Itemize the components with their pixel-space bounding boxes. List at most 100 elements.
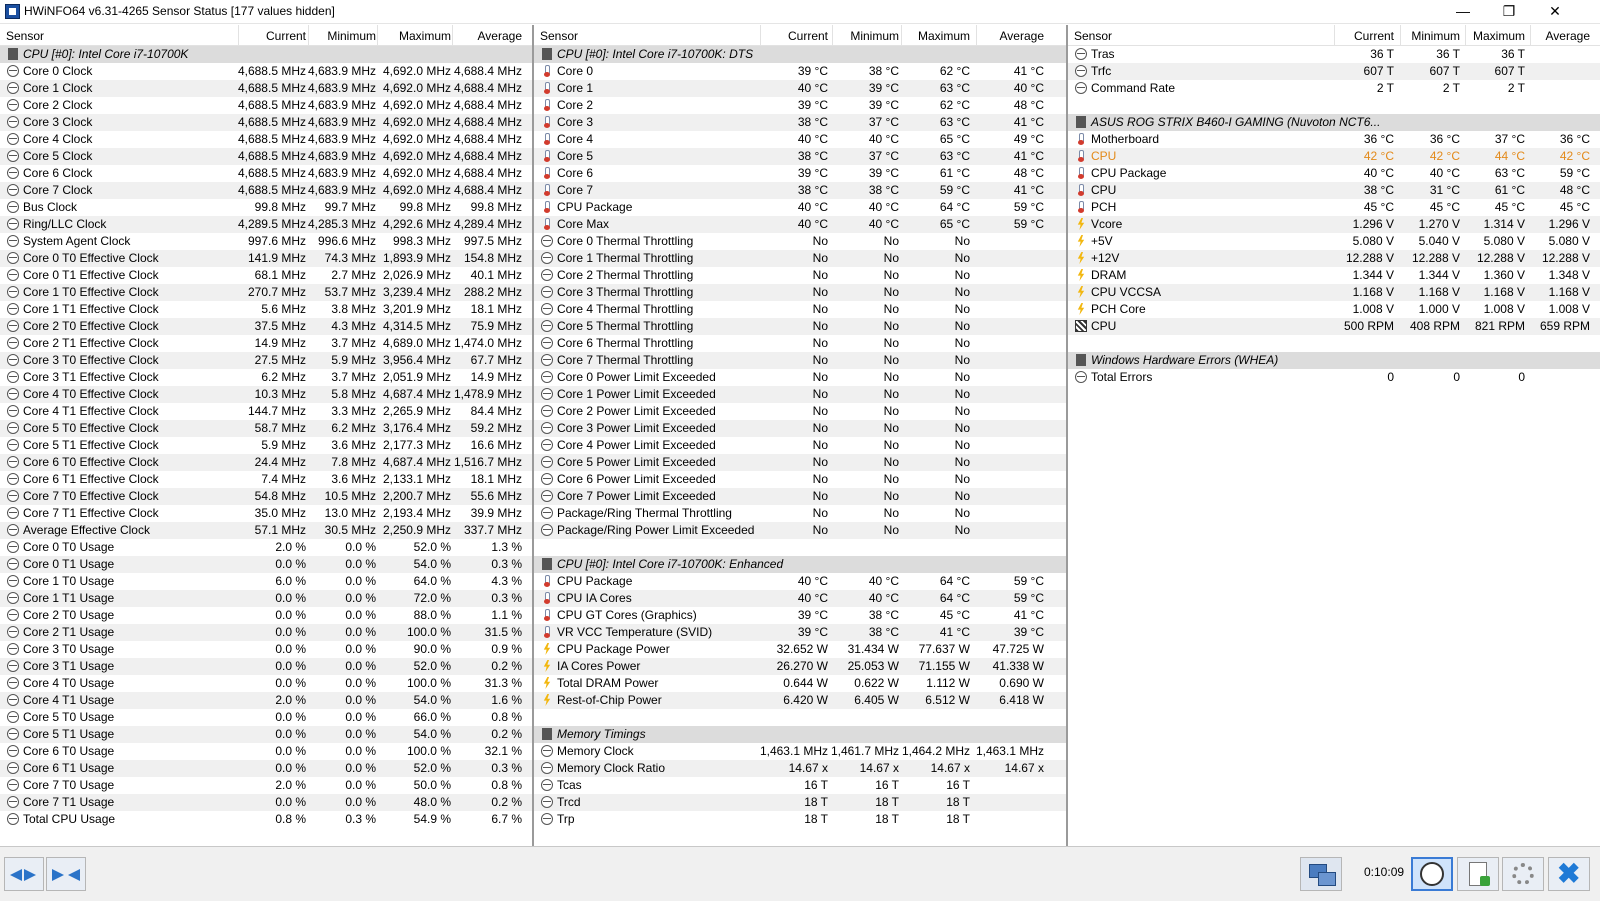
sensor-row[interactable]: Bus Clock 99.8 MHz 99.7 MHz 99.8 MHz 99.8 MH… <box>0 199 532 216</box>
sensor-row[interactable]: Core 6 T1 Effective Clock 7.4 MHz 3.6 MHz 2… <box>0 471 532 488</box>
sensor-row[interactable]: CPU Package Power 32.652 W 31.434 W 77.637 … <box>534 641 1066 658</box>
minimize-icon[interactable]: — <box>1440 0 1486 23</box>
column-separator[interactable] <box>976 25 977 45</box>
sensor-panel-2[interactable]: Sensor Current Minimum Maximum Average CPU [#… <box>534 25 1068 846</box>
sensor-row[interactable]: System Agent Clock 997.6 MHz 996.6 MHz 998.… <box>0 233 532 250</box>
column-separator[interactable] <box>1334 25 1335 45</box>
logging-button[interactable] <box>1457 857 1499 891</box>
header-sensor[interactable]: Sensor <box>1074 29 1112 43</box>
sensor-row[interactable]: Core 7 T0 Usage 2.0 % 0.0 % 50.0 % 0.8 % <box>0 777 532 794</box>
sensor-row[interactable]: Core 4 T1 Effective Clock 144.7 MHz 3.3 MH… <box>0 403 532 420</box>
sensor-row[interactable]: Core 0 T1 Effective Clock 68.1 MHz 2.7 MHz… <box>0 267 532 284</box>
sensor-row[interactable]: Core 6 T0 Effective Clock 24.4 MHz 7.8 MHz… <box>0 454 532 471</box>
sensor-group-header[interactable]: Memory Timings <box>534 726 1066 743</box>
sensor-row[interactable]: Core 3 T1 Usage 0.0 % 0.0 % 52.0 % 0.2 % <box>0 658 532 675</box>
sensor-group-header[interactable]: CPU [#0]: Intel Core i7-10700K: Enhanced <box>534 556 1066 573</box>
expand-panels-button[interactable] <box>4 857 44 891</box>
sensor-row[interactable]: CPU Package 40 °C 40 °C 63 °C 59 °C <box>1068 165 1600 182</box>
sensor-row[interactable]: Trcd 18 T 18 T 18 T <box>534 794 1066 811</box>
column-separator[interactable] <box>452 25 453 45</box>
sensor-row[interactable]: Core 4 40 °C 40 °C 65 °C 49 °C <box>534 131 1066 148</box>
sensor-row[interactable]: Core 0 Thermal Throttling No No No <box>534 233 1066 250</box>
sensor-row[interactable]: Trp 18 T 18 T 18 T <box>534 811 1066 828</box>
sensor-group-header[interactable]: Windows Hardware Errors (WHEA) <box>1068 352 1600 369</box>
sensor-row[interactable]: Core 1 T1 Effective Clock 5.6 MHz 3.8 MHz 3… <box>0 301 532 318</box>
sensor-row[interactable]: Rest-of-Chip Power 6.420 W 6.405 W 6.512 W6… <box>534 692 1066 709</box>
sensor-row[interactable]: Total Errors 0 0 0 <box>1068 369 1600 386</box>
sensor-row[interactable]: Memory Clock Ratio 14.67 x 14.67 x 14.67 x1… <box>534 760 1066 777</box>
sensor-row[interactable]: Core 7 T1 Usage 0.0 % 0.0 % 48.0 % 0.2 % <box>0 794 532 811</box>
sensor-row[interactable]: Core 5 38 °C 37 °C 63 °C 41 °C <box>534 148 1066 165</box>
header-minimum[interactable]: Minimum <box>819 29 899 43</box>
column-separator[interactable] <box>308 25 309 45</box>
sensor-group-header[interactable]: CPU [#0]: Intel Core i7-10700K: DTS <box>534 46 1066 63</box>
column-separator[interactable] <box>1400 25 1401 45</box>
sensor-row[interactable]: Core 2 T0 Effective Clock 37.5 MHz 4.3 MHz… <box>0 318 532 335</box>
sensor-row[interactable]: Core 1 Clock 4,688.5 MHz 4,683.9 MHz 4,692.… <box>0 80 532 97</box>
sensor-row[interactable]: Vcore 1.296 V 1.270 V 1.314 V 1.296 V <box>1068 216 1600 233</box>
sensor-row[interactable]: Core 2 39 °C 39 °C 62 °C 48 °C <box>534 97 1066 114</box>
sensor-panel-1[interactable]: Sensor Current Minimum Maximum Average CPU [#… <box>0 25 534 846</box>
sensor-row[interactable]: CPU GT Cores (Graphics) 39 °C 38 °C 45 °C 41… <box>534 607 1066 624</box>
close-sensors-button[interactable]: ✖ <box>1548 857 1590 891</box>
sensor-row[interactable]: Core 2 Power Limit Exceeded No No No <box>534 403 1066 420</box>
sensor-row[interactable]: Core Max 40 °C 40 °C 65 °C 59 °C <box>534 216 1066 233</box>
sensor-row[interactable]: Core 6 39 °C 39 °C 61 °C 48 °C <box>534 165 1066 182</box>
sensor-row[interactable]: Core 7 Power Limit Exceeded No No No <box>534 488 1066 505</box>
sensor-row[interactable]: Core 0 39 °C 38 °C 62 °C 41 °C <box>534 63 1066 80</box>
sensor-row[interactable]: Core 3 T1 Effective Clock 6.2 MHz 3.7 MHz 2… <box>0 369 532 386</box>
sensor-row[interactable]: Core 0 T0 Effective Clock 141.9 MHz 74.3 M… <box>0 250 532 267</box>
sensor-row[interactable]: Total DRAM Power 0.644 W 0.622 W 1.112 W 0.6… <box>534 675 1066 692</box>
sensor-row[interactable]: CPU IA Cores 40 °C 40 °C 64 °C 59 °C <box>534 590 1066 607</box>
sensor-row[interactable]: Core 6 Clock 4,688.5 MHz 4,683.9 MHz 4,692.… <box>0 165 532 182</box>
sensor-row[interactable]: PCH Core 1.008 V 1.000 V 1.008 V 1.008 V <box>1068 301 1600 318</box>
sensor-row[interactable]: Core 7 38 °C 38 °C 59 °C 41 °C <box>534 182 1066 199</box>
sensor-row[interactable]: Core 3 38 °C 37 °C 63 °C 41 °C <box>534 114 1066 131</box>
column-separator[interactable] <box>832 25 833 45</box>
sensor-row[interactable]: Package/Ring Power Limit Exceeded No No No <box>534 522 1066 539</box>
sensor-row[interactable]: Package/Ring Thermal Throttling No No No <box>534 505 1066 522</box>
sensor-row[interactable]: Core 2 T0 Usage 0.0 % 0.0 % 88.0 % 1.1 % <box>0 607 532 624</box>
sensor-row[interactable]: CPU Package 40 °C 40 °C 64 °C 59 °C <box>534 199 1066 216</box>
sensor-row[interactable]: Memory Clock 1,463.1 MHz 1,461.7 MHz 1,464.… <box>534 743 1066 760</box>
sensor-row[interactable]: +5V 5.080 V 5.040 V 5.080 V 5.080 V <box>1068 233 1600 250</box>
column-separator[interactable] <box>1465 25 1466 45</box>
sensor-row[interactable]: Trfc 607 T 607 T 607 T <box>1068 63 1600 80</box>
column-separator[interactable] <box>1530 25 1531 45</box>
sensor-row[interactable]: CPU Package 40 °C 40 °C 64 °C 59 °C <box>534 573 1066 590</box>
sensor-row[interactable]: Core 5 T0 Effective Clock 58.7 MHz 6.2 MHz… <box>0 420 532 437</box>
sensor-row[interactable]: Command Rate 2 T2 T2 T <box>1068 80 1600 97</box>
sensor-row[interactable]: Core 4 T0 Usage 0.0 % 0.0 % 100.0 % 31.3 % <box>0 675 532 692</box>
sensor-row[interactable]: Core 4 T0 Effective Clock 10.3 MHz 5.8 MHz… <box>0 386 532 403</box>
sensor-row[interactable]: Core 1 T1 Usage 0.0 % 0.0 % 72.0 % 0.3 % <box>0 590 532 607</box>
header-sensor[interactable]: Sensor <box>540 29 578 43</box>
sensor-row[interactable]: Core 6 T1 Usage 0.0 % 0.0 % 52.0 % 0.3 % <box>0 760 532 777</box>
sensor-row[interactable]: CPU VCCSA 1.168 V 1.168 V 1.168 V 1.168 V <box>1068 284 1600 301</box>
sensor-row[interactable]: Core 3 T0 Usage 0.0 % 0.0 % 90.0 % 0.9 % <box>0 641 532 658</box>
sensor-row[interactable]: Core 5 Clock 4,688.5 MHz 4,683.9 MHz 4,692.… <box>0 148 532 165</box>
header-sensor[interactable]: Sensor <box>6 29 44 43</box>
restore-icon[interactable]: ❐ <box>1486 0 1532 23</box>
sensor-row[interactable]: Core 2 T1 Usage 0.0 % 0.0 % 100.0 % 31.5 % <box>0 624 532 641</box>
sensor-row[interactable]: +12V 12.288 V 12.288 V 12.288 V 12.288 V <box>1068 250 1600 267</box>
sensor-row[interactable]: Core 0 Power Limit Exceeded No No No <box>534 369 1066 386</box>
sensor-row[interactable]: Core 7 Clock 4,688.5 MHz 4,683.9 MHz 4,692.… <box>0 182 532 199</box>
sensor-row[interactable]: Core 0 T0 Usage 2.0 % 0.0 % 52.0 % 1.3 % <box>0 539 532 556</box>
sensor-row[interactable]: Ring/LLC Clock 4,289.5 MHz 4,285.3 MHz 4,29… <box>0 216 532 233</box>
sensor-row[interactable]: Motherboard 36 °C 36 °C 37 °C 36 °C <box>1068 131 1600 148</box>
sensor-row[interactable]: Core 6 Thermal Throttling No No No <box>534 335 1066 352</box>
sensor-row[interactable]: Core 3 Thermal Throttling No No No <box>534 284 1066 301</box>
close-icon[interactable]: ✕ <box>1532 0 1578 23</box>
collapse-panels-button[interactable] <box>46 857 86 891</box>
sensor-row[interactable]: Core 5 Power Limit Exceeded No No No <box>534 454 1066 471</box>
sensor-row[interactable]: Core 7 T1 Effective Clock 35.0 MHz 13.0 MH… <box>0 505 532 522</box>
sensor-row[interactable]: Core 7 T0 Effective Clock 54.8 MHz 10.5 MH… <box>0 488 532 505</box>
sensor-row[interactable]: Core 2 Thermal Throttling No No No <box>534 267 1066 284</box>
sensor-row[interactable]: Core 4 Clock 4,688.5 MHz 4,683.9 MHz 4,692.… <box>0 131 532 148</box>
sensor-row[interactable]: Core 5 T0 Usage 0.0 % 0.0 % 66.0 % 0.8 % <box>0 709 532 726</box>
sensor-row[interactable]: DRAM 1.344 V 1.344 V 1.360 V 1.348 V <box>1068 267 1600 284</box>
sensor-group-header[interactable]: ASUS ROG STRIX B460-I GAMING (Nuvoton NC… <box>1068 114 1600 131</box>
sensor-row[interactable]: Core 1 T0 Effective Clock 270.7 MHz 53.7 M… <box>0 284 532 301</box>
sensor-row[interactable]: CPU 42 °C 42 °C 44 °C 42 °C <box>1068 148 1600 165</box>
column-separator[interactable] <box>377 25 378 45</box>
